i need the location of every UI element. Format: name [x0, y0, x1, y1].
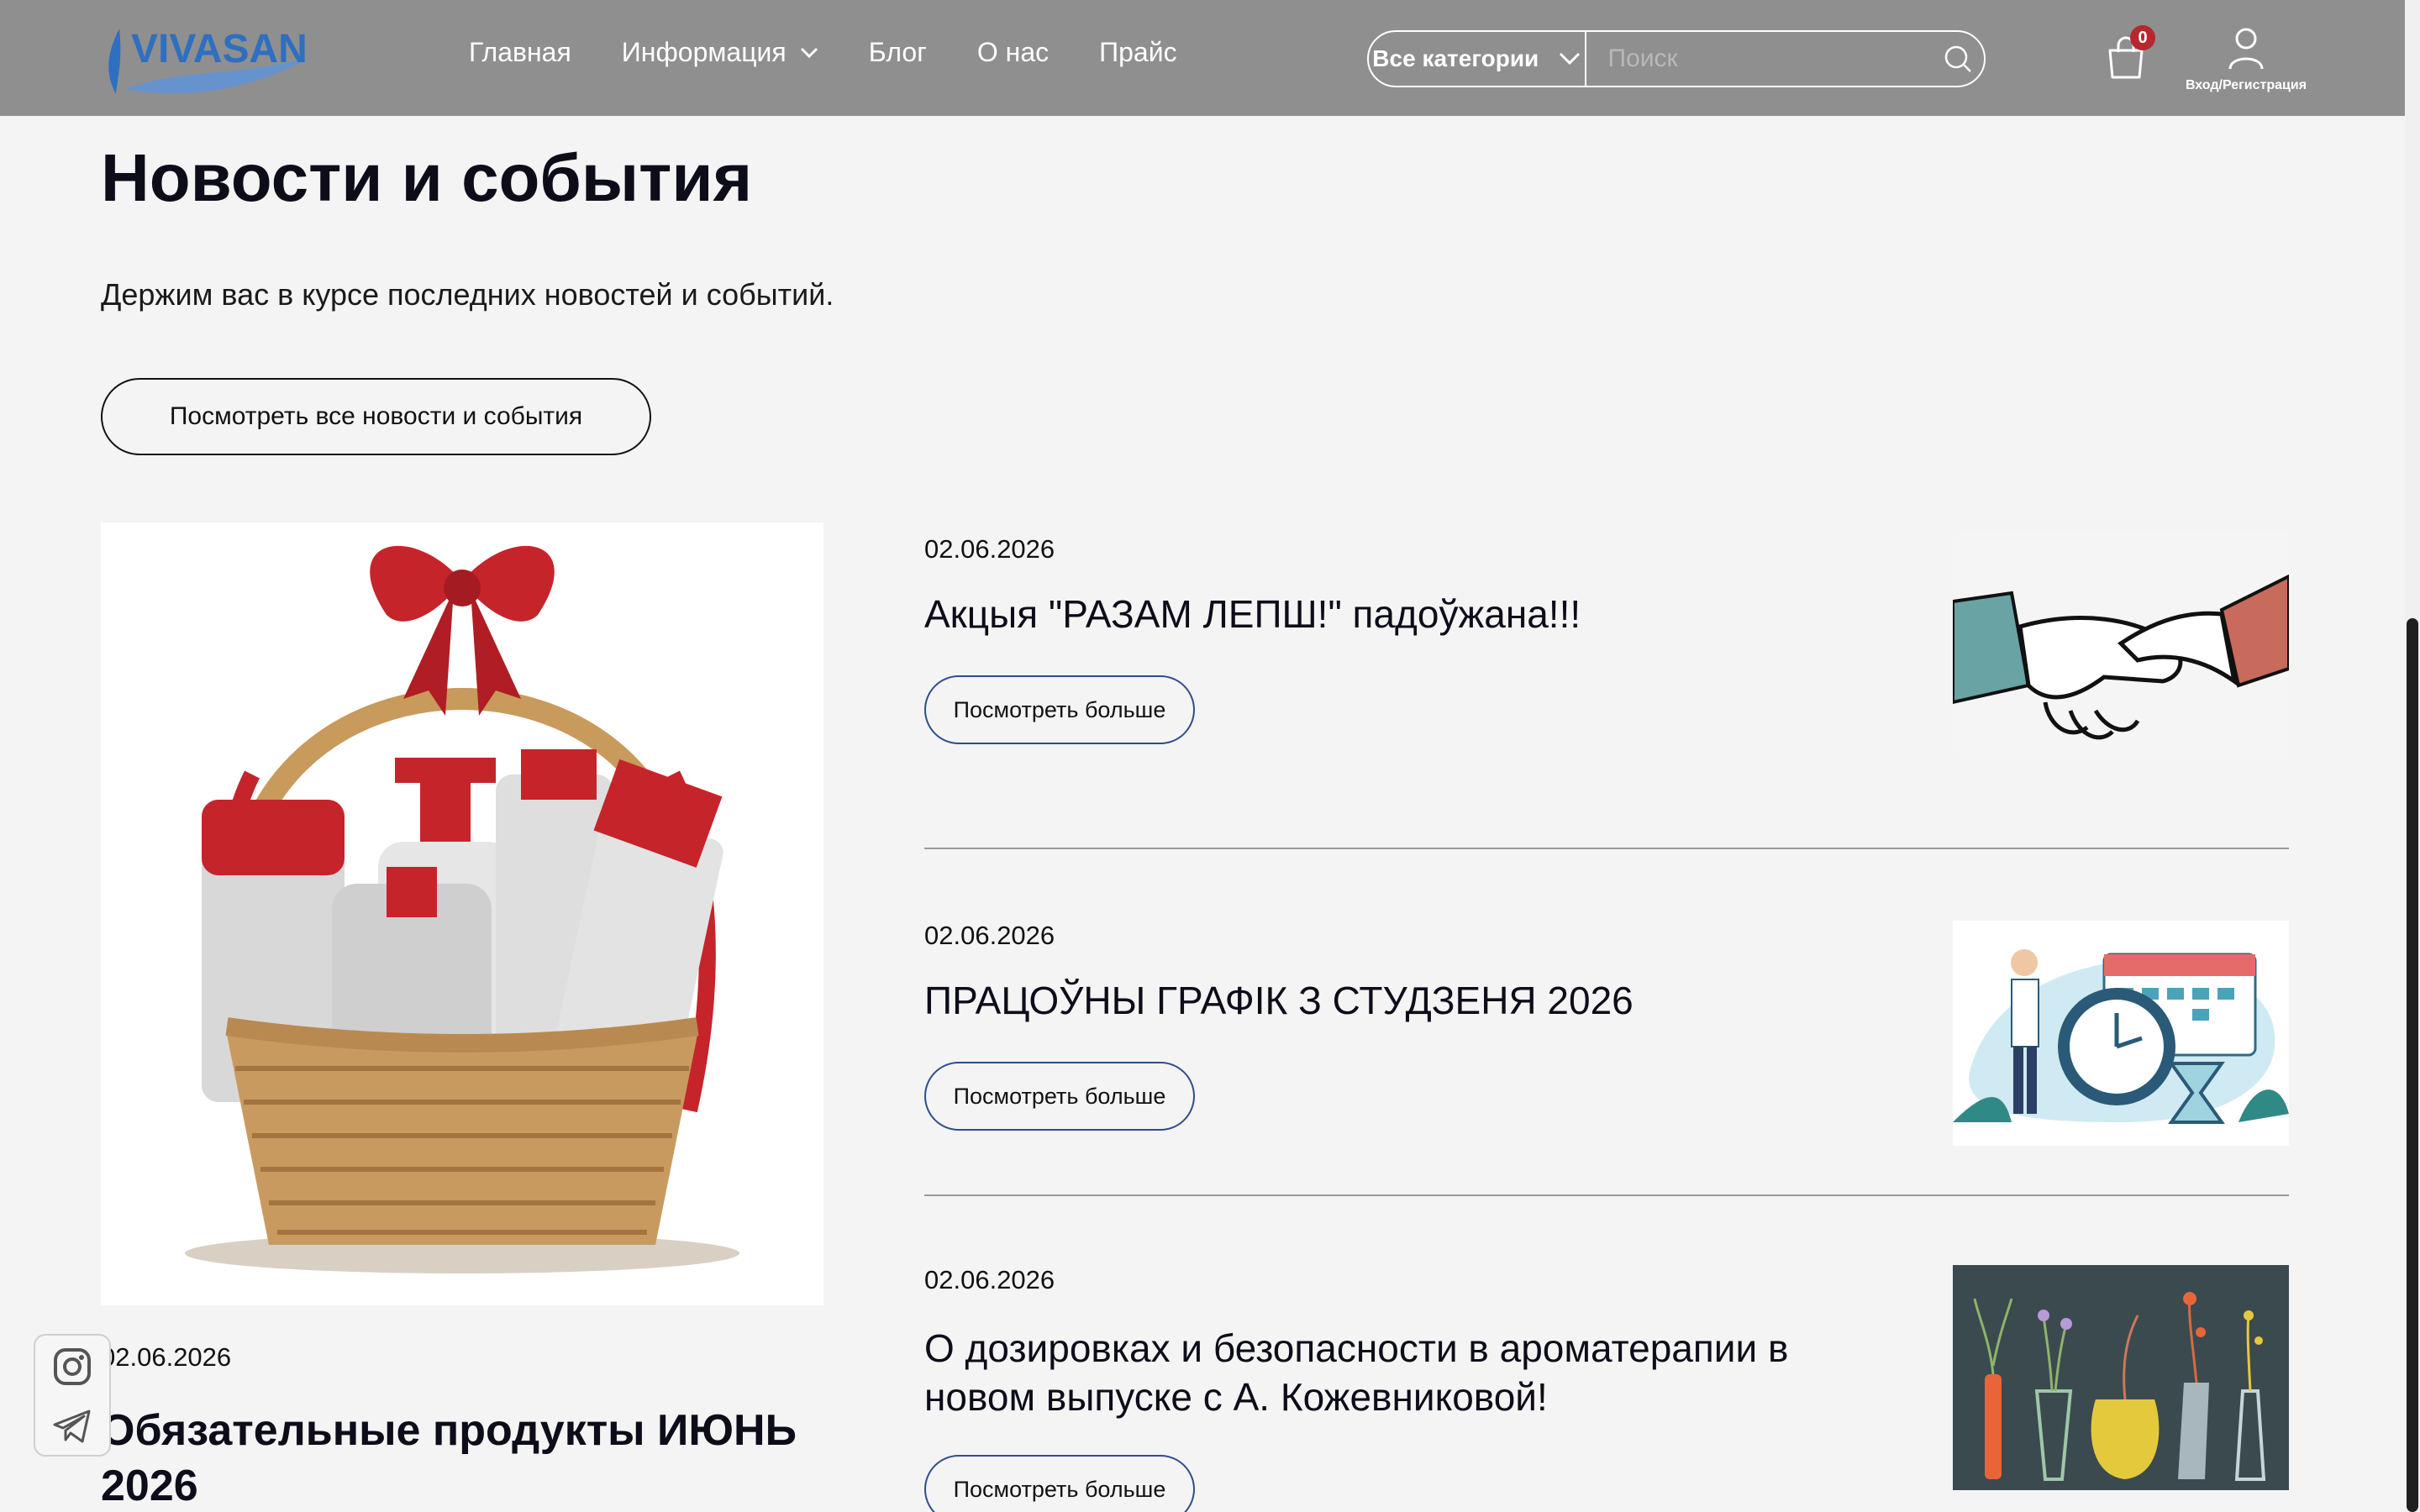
search-button[interactable] — [1933, 32, 1984, 86]
site-header: VIVASAN Главная Информация Блог О нас Пр… — [0, 0, 2405, 116]
nav-item-home[interactable]: Главная — [469, 37, 571, 68]
account-label: Вход/Регистрация — [2185, 78, 2307, 92]
news-title[interactable]: О дозировках и безопасности в ароматерап… — [924, 1324, 1891, 1421]
logo-text: VIVASAN — [131, 27, 308, 71]
account-login[interactable]: Вход/Регистрация — [2176, 27, 2316, 93]
category-select[interactable]: Все категории — [1369, 32, 1586, 86]
nav-item-info[interactable]: Информация — [622, 37, 818, 68]
news-thumbnail-vases[interactable] — [1953, 1265, 2289, 1490]
cart-count-badge: 0 — [2130, 25, 2155, 50]
news-thumbnail-handshake[interactable] — [1953, 534, 2289, 759]
news-date: 02.06.2026 — [924, 534, 1055, 564]
social-links — [34, 1334, 111, 1457]
read-more-button[interactable]: Посмотреть больше — [924, 1062, 1195, 1131]
search-icon — [1945, 45, 1972, 72]
search-bar: Все категории — [1367, 30, 1986, 87]
search-input[interactable] — [1586, 32, 1933, 86]
vivasan-logo[interactable]: VIVASAN — [101, 18, 319, 99]
nav-item-blog[interactable]: Блог — [869, 37, 927, 68]
scrollbar-thumb[interactable] — [2407, 618, 2418, 1512]
news-item: 02.06.2026 О дозировках и безопасности в… — [924, 1265, 2289, 1512]
divider — [924, 848, 2289, 849]
news-thumbnail-schedule[interactable] — [1953, 921, 2289, 1146]
news-date: 02.06.2026 — [924, 921, 1055, 950]
read-more-button[interactable]: Посмотреть больше — [924, 1455, 1195, 1512]
nav-item-about[interactable]: О нас — [977, 37, 1049, 68]
cart-button[interactable]: 0 — [2105, 25, 2155, 81]
view-all-news-button[interactable]: Посмотреть все новости и события — [101, 378, 651, 455]
page-subtitle: Держим вас в курсе последних новостей и … — [101, 277, 834, 312]
divider — [924, 1194, 2289, 1196]
featured-title[interactable]: Обязательные продукты ИЮНЬ 2026 — [101, 1403, 823, 1512]
news-title[interactable]: ПРАЦОЎНЫ ГРАФІК З СТУДЗЕНЯ 2026 — [924, 976, 1891, 1025]
page-title: Новости и события — [101, 140, 753, 215]
news-item: 02.06.2026 Акцыя "РАЗАМ ЛЕПШ!" падоўжана… — [924, 534, 2289, 761]
chevron-down-icon — [800, 47, 818, 58]
nav-item-price[interactable]: Прайс — [1099, 37, 1176, 68]
featured-image-gift-basket[interactable] — [101, 522, 823, 1305]
user-icon — [2228, 28, 2264, 70]
news-date: 02.06.2026 — [924, 1265, 1055, 1294]
read-more-button[interactable]: Посмотреть больше — [924, 675, 1195, 744]
news-title[interactable]: Акцыя "РАЗАМ ЛЕПШ!" падоўжана!!! — [924, 590, 1891, 638]
telegram-icon[interactable] — [52, 1408, 92, 1445]
main-nav: Главная Информация Блог О нас Прайс — [469, 37, 1228, 68]
featured-date: 02.06.2026 — [101, 1342, 232, 1372]
chevron-down-icon — [1560, 52, 1581, 66]
instagram-icon[interactable] — [52, 1347, 92, 1387]
news-item: 02.06.2026 ПРАЦОЎНЫ ГРАФІК З СТУДЗЕНЯ 20… — [924, 921, 2289, 1147]
